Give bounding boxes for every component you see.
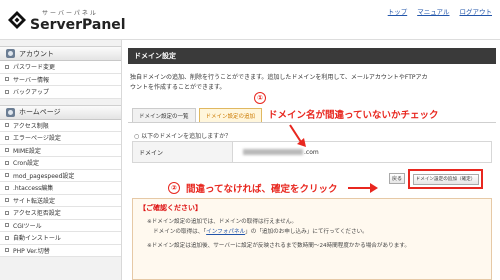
sidebar-item-label: アクセス制限	[13, 122, 49, 130]
domain-label: ドメイン	[133, 142, 233, 162]
sidebar-item-redirect[interactable]: サイト転送設定	[0, 194, 121, 207]
annotation-number-1: ①	[254, 92, 266, 104]
tab-bar: ドメイン設定の一覧 ドメイン設定の追加	[132, 108, 263, 122]
header: サーバーパネル ServerPanel トップ マニュアル ログアウト	[0, 0, 500, 40]
confirm-question: ○ 以下のドメインを追加しますか？	[134, 133, 232, 140]
infopanel-link[interactable]: インフォパネル	[206, 229, 245, 235]
tab-domain-list[interactable]: ドメイン設定の一覧	[132, 108, 196, 122]
main-content: ドメイン設定 独自ドメインの追加、削除を行うことができます。追加したドメインを利…	[128, 48, 496, 280]
annotation-text-1: ドメイン名が間違っていないかチェック	[268, 110, 439, 121]
top-navigation: トップ マニュアル ログアウト	[388, 6, 492, 16]
annotation-text-2: 間違ってなければ、確定をクリック	[186, 184, 338, 195]
sidebar-item-php-version[interactable]: PHP Ver.切替	[0, 244, 121, 257]
bullet-icon	[5, 198, 9, 203]
bullet-icon	[5, 210, 9, 215]
sidebar-item-backup[interactable]: バックアップ	[0, 86, 121, 99]
bullet-icon	[5, 89, 9, 94]
notice-line: ドメインの取得は、「インフォパネル」の「追加のお申し込み」にて行ってください。	[133, 227, 491, 237]
tab-domain-add[interactable]: ドメイン設定の追加	[198, 108, 263, 122]
bullet-icon	[5, 123, 9, 128]
confirm-highlight-box: ドメイン設定の追加（確定）	[408, 169, 483, 189]
sidebar-section-account: アカウント	[0, 46, 121, 61]
bullet-icon	[5, 160, 9, 165]
sidebar-item-mime[interactable]: MIME設定	[0, 144, 121, 157]
sidebar-item-label: サイト転送設定	[13, 197, 56, 205]
homepage-icon	[6, 107, 15, 117]
sidebar-item-cron[interactable]: Cron設定	[0, 157, 121, 170]
notice-line: ※ドメイン設定の追加では、ドメインの取得は行えません。	[147, 219, 297, 225]
sidebar-section-title: アカウント	[19, 49, 54, 58]
notice-text: ドメインの取得は、「	[153, 229, 207, 235]
sidebar-item-htaccess[interactable]: .htaccess編集	[0, 182, 121, 195]
sidebar: アカウント パスワード変更 サーバー情報 バックアップ ホームページ アクセス制…	[0, 40, 122, 280]
sidebar-item-access-limit[interactable]: アクセス制限	[0, 119, 121, 132]
sidebar-item-pagespeed[interactable]: mod_pagespeed設定	[0, 169, 121, 182]
domain-row: ドメイン .com	[132, 141, 492, 163]
annotation-number-2: ②	[168, 182, 180, 194]
back-button[interactable]: 戻る	[389, 173, 405, 184]
domain-suffix: .com	[304, 148, 319, 156]
sidebar-item-label: パスワード変更	[13, 64, 56, 72]
domain-value: .com	[233, 142, 491, 162]
blurred-domain-name	[243, 149, 303, 155]
bullet-icon	[5, 77, 9, 82]
logo-subtitle: サーバーパネル	[42, 10, 98, 17]
bullet-icon	[5, 173, 9, 178]
bullet-icon	[5, 148, 9, 153]
sidebar-item-server-info[interactable]: サーバー情報	[0, 73, 121, 86]
sidebar-item-label: サーバー情報	[13, 76, 49, 84]
logo-diamond-icon	[8, 11, 26, 29]
sidebar-item-password[interactable]: パスワード変更	[0, 61, 121, 74]
sidebar-item-label: CGIツール	[13, 222, 42, 230]
sidebar-section-homepage: ホームページ	[0, 104, 121, 120]
sidebar-item-label: エラーページ設定	[13, 135, 61, 143]
sidebar-item-access-deny[interactable]: アクセス拒否設定	[0, 207, 121, 220]
sidebar-section-title: ホームページ	[19, 108, 61, 116]
bullet-icon	[5, 64, 9, 69]
bullet-icon	[5, 185, 9, 190]
nav-top-link[interactable]: トップ	[388, 6, 408, 16]
bullet-icon	[5, 135, 9, 140]
bullet-icon	[5, 235, 9, 240]
sidebar-item-label: バックアップ	[13, 89, 50, 97]
notice-title: 【ご確認ください】	[139, 204, 202, 212]
sidebar-item-label: .htaccess編集	[13, 185, 54, 193]
tab-divider	[128, 122, 496, 123]
sidebar-item-label: MIME設定	[13, 147, 41, 155]
nav-logout-link[interactable]: ログアウト	[460, 6, 493, 16]
notice-line: ※ドメイン設定は追加後、サーバーに設定が反映されるまで数時間〜24時間程度かかる…	[147, 243, 410, 249]
nav-manual-link[interactable]: マニュアル	[417, 6, 449, 16]
sidebar-item-label: 自動インストール	[13, 235, 61, 243]
account-icon	[6, 49, 15, 58]
confirm-add-domain-button[interactable]: ドメイン設定の追加（確定）	[412, 173, 479, 185]
logo-title: ServerPanel	[30, 17, 126, 33]
serverpanel-logo[interactable]: サーバーパネル ServerPanel	[8, 8, 138, 34]
sidebar-item-label: Cron設定	[13, 160, 39, 168]
bullet-icon	[5, 223, 9, 228]
sidebar-item-cgi[interactable]: CGIツール	[0, 219, 121, 232]
sidebar-item-auto-install[interactable]: 自動インストール	[0, 232, 121, 245]
sidebar-item-label: PHP Ver.切替	[13, 247, 50, 255]
notice-box: 【ご確認ください】 ※ドメイン設定の追加では、ドメインの取得は行えません。 ドメ…	[132, 198, 492, 280]
page-title: ドメイン設定	[128, 48, 496, 64]
sidebar-item-label: mod_pagespeed設定	[13, 172, 75, 180]
intro-text: 独自ドメインの追加、削除を行うことができます。追加したドメインを利用して、メール…	[130, 74, 428, 91]
sidebar-item-error-page[interactable]: エラーページ設定	[0, 132, 121, 145]
bullet-icon	[5, 248, 9, 253]
notice-text: 」の「追加のお申し込み」にて行ってください。	[245, 229, 368, 235]
sidebar-item-label: アクセス拒否設定	[13, 210, 61, 218]
